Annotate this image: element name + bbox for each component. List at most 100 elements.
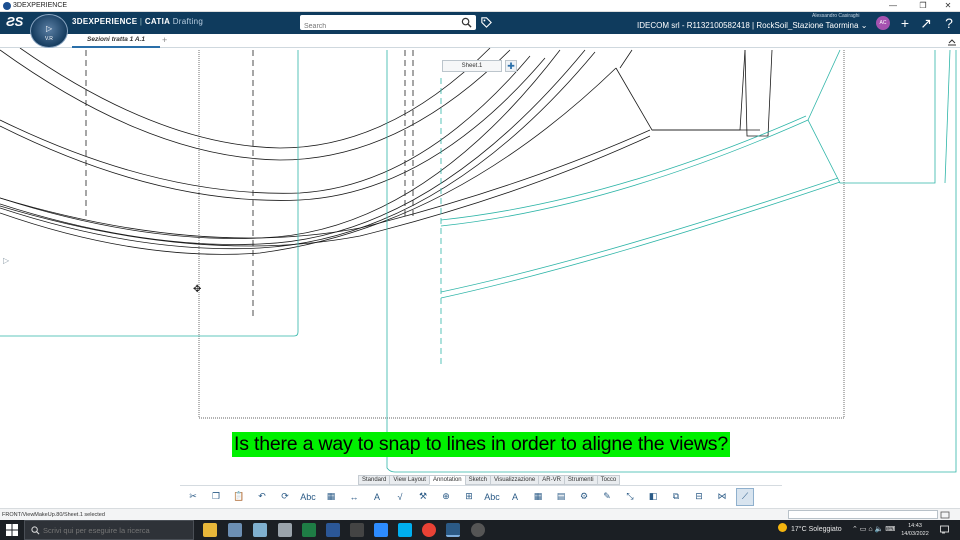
tab-tocco[interactable]: Tocco — [596, 475, 621, 485]
action-bar: ✂ ❐ 📋 ↶ ⟳ Abc ▦ ↔ A √ ⚒ ⊕ ⊞ Abc A ▦ ▤ ⚙ ✎ ⤡ ◧ ⧉ ⊟ ⋈ ⟋ — [180, 485, 782, 507]
app-brand: 3DEXPERIENCE | CATIA Drafting — [72, 17, 203, 26]
word-icon[interactable] — [326, 523, 340, 537]
views-icon[interactable]: ⧉ — [667, 488, 685, 506]
tab-document[interactable]: Sezioni tratta 1 A.1 — [72, 34, 160, 48]
scissors-icon[interactable]: ✂ — [184, 488, 202, 506]
taskbar-search — [24, 520, 194, 540]
tab-ar-vr[interactable]: AR-VR — [538, 475, 565, 485]
weld-icon[interactable]: ⚒ — [414, 488, 432, 506]
crosshair-cursor-icon: ✥ — [193, 284, 202, 295]
zoom-icon[interactable] — [374, 523, 388, 537]
catia-window: 3DEXPERIENCE — ❐ ✕ ƧS 3DEXPERIENCE | CAT… — [0, 0, 960, 540]
pencil-icon[interactable]: ✎ — [598, 488, 616, 506]
taskbar: 17°C Soleggiato ⌃ ▭ ⌂ 🔈 ⌨ 14:43 14/03/20… — [0, 520, 960, 540]
refresh-icon[interactable]: ⟳ — [276, 488, 294, 506]
search-input[interactable] — [300, 19, 450, 34]
compass-widget[interactable]: ▷ V.R — [30, 14, 68, 48]
cube-icon[interactable]: ◧ — [644, 488, 662, 506]
grid-icon[interactable]: ▦ — [529, 488, 547, 506]
search-box — [300, 15, 476, 34]
window-icon[interactable] — [940, 510, 950, 520]
text-replace-icon[interactable]: Abc — [483, 488, 501, 506]
clock[interactable]: 14:43 14/03/2022 — [898, 522, 932, 538]
add-sheet-button[interactable]: ✚ — [505, 60, 517, 72]
brand-separator: | — [137, 17, 145, 26]
brand-sub: Drafting — [170, 17, 204, 26]
share-icon[interactable]: ↗ — [918, 15, 934, 31]
os-title-bar: 3DEXPERIENCE — ❐ ✕ — [0, 0, 960, 12]
sheet-icon[interactable]: A — [506, 488, 524, 506]
play-icon: ▷ — [46, 24, 53, 33]
clock-time: 14:43 — [908, 523, 922, 529]
settings-app-icon[interactable] — [471, 523, 485, 537]
tab-view-layout[interactable]: View Layout — [389, 475, 430, 485]
close-button[interactable]: ✕ — [937, 0, 959, 12]
compass-version: V.R — [45, 36, 53, 42]
drawing-geometry — [0, 48, 957, 473]
avatar[interactable]: AC — [876, 16, 890, 30]
app-icon[interactable] — [278, 523, 292, 537]
app-header: ƧS 3DEXPERIENCE | CATIA Drafting Alessan… — [0, 12, 960, 34]
weather-text: 17°C Soleggiato — [791, 526, 842, 533]
add-tab-button[interactable]: + — [162, 34, 167, 47]
sun-icon — [778, 523, 787, 532]
tab-visualizzazione[interactable]: Visualizzazione — [489, 475, 540, 485]
tools-icon[interactable] — [350, 523, 364, 537]
tab-strumenti[interactable]: Strumenti — [563, 475, 598, 485]
expand-panel-icon[interactable]: ▷ — [3, 256, 9, 265]
arrange-icon[interactable]: ⊟ — [690, 488, 708, 506]
undo-icon[interactable]: ↶ — [253, 488, 271, 506]
3dexperience-icon[interactable] — [446, 523, 460, 537]
line-icon[interactable]: ⟋ — [736, 487, 754, 506]
dimension-icon[interactable]: ↔ — [345, 488, 363, 506]
notifications-icon[interactable] — [940, 525, 950, 535]
centerline-icon[interactable]: ⊕ — [437, 488, 455, 506]
user-name: Alessandro Casiraghi — [812, 13, 860, 19]
table-icon[interactable]: ▦ — [322, 488, 340, 506]
context-selector[interactable]: IDECOM srl - R1132100582418 | RockSoil_S… — [637, 21, 867, 30]
gear-icon[interactable]: ⚙ — [575, 488, 593, 506]
app-logo-icon — [3, 2, 11, 10]
question-caption: Is there a way to snap to lines in order… — [232, 432, 731, 457]
status-bar: FRONT/ViewMakeUp.80/Sheet.1 selected — [0, 508, 960, 520]
tab-standard[interactable]: Standard — [358, 475, 391, 485]
table-text-icon[interactable]: ⊞ — [460, 488, 478, 506]
help-icon[interactable]: ? — [941, 15, 957, 31]
windows-start-icon[interactable] — [6, 524, 18, 536]
system-tray[interactable]: ⌃ ▭ ⌂ 🔈 ⌨ — [852, 520, 895, 540]
tab-sketch[interactable]: Sketch — [464, 475, 491, 485]
chevron-down-icon: ⌄ — [860, 21, 868, 30]
snap-icon[interactable]: ⋈ — [713, 488, 731, 506]
sheet-tab[interactable]: Sheet.1 — [442, 60, 502, 72]
copy-icon[interactable]: ❐ — [207, 488, 225, 506]
search-icon — [31, 526, 40, 535]
tab-annotation[interactable]: Annotation — [428, 475, 466, 485]
paste-icon[interactable]: 📋 — [230, 488, 248, 506]
plus-icon[interactable]: + — [897, 15, 913, 31]
collapse-icon[interactable] — [947, 35, 957, 46]
brand-name: 3DEXPERIENCE — [72, 17, 138, 26]
command-input[interactable] — [788, 510, 938, 519]
weather-widget[interactable]: 17°C Soleggiato — [778, 520, 842, 540]
drawing-canvas[interactable]: Sheet.1 ✚ ▷ ✥ Is there a way to snap to … — [0, 48, 960, 475]
datum-icon[interactable]: A — [368, 488, 386, 506]
print-icon[interactable]: ▤ — [552, 488, 570, 506]
taskbar-search-input[interactable] — [43, 524, 191, 537]
file-explorer-icon[interactable] — [203, 523, 217, 537]
scale-icon[interactable]: ⤡ — [621, 488, 639, 506]
text-icon[interactable]: Abc — [299, 488, 317, 506]
notepad-icon[interactable] — [253, 523, 267, 537]
tag-icon[interactable] — [480, 16, 493, 29]
search-icon[interactable] — [461, 17, 472, 28]
tab-bar: Sezioni tratta 1 A.1 + — [0, 34, 960, 48]
skype-icon[interactable] — [398, 523, 412, 537]
clock-date: 14/03/2022 — [901, 531, 929, 537]
roughness-icon[interactable]: √ — [391, 488, 409, 506]
maximize-button[interactable]: ❐ — [912, 0, 934, 12]
chrome-icon[interactable] — [422, 523, 436, 537]
ds-logo-icon[interactable]: ƧS — [6, 14, 23, 29]
calculator-icon[interactable] — [228, 523, 242, 537]
minimize-button[interactable]: — — [882, 0, 904, 12]
context-label: IDECOM srl - R1132100582418 | RockSoil_S… — [637, 21, 859, 30]
excel-icon[interactable] — [302, 523, 316, 537]
